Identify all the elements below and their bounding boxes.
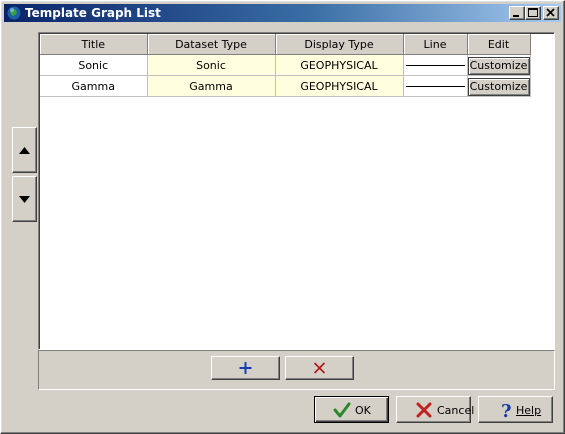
- column-header-title[interactable]: Title: [40, 34, 148, 55]
- question-mark-icon: ?: [501, 401, 512, 419]
- cell-line[interactable]: [403, 75, 468, 97]
- arrow-down-icon: [19, 196, 30, 203]
- table-row[interactable]: Sonic Sonic GEOPHYSICAL Customize: [40, 54, 531, 76]
- ok-button[interactable]: OK: [314, 396, 389, 423]
- close-icon: [546, 8, 555, 17]
- maximize-icon: [528, 8, 538, 17]
- help-button[interactable]: ? Help: [478, 396, 553, 423]
- move-down-button[interactable]: [12, 176, 37, 222]
- minimize-icon: [513, 15, 519, 17]
- cancel-x-icon: [416, 402, 432, 418]
- table-row[interactable]: Gamma Gamma GEOPHYSICAL Customize: [40, 75, 531, 97]
- customize-button[interactable]: Customize: [467, 77, 530, 96]
- graph-list-grid: Title Dataset Type Display Type Line Edi…: [40, 34, 531, 97]
- minimize-button[interactable]: [509, 6, 525, 20]
- window-title: Template Graph List: [25, 6, 161, 20]
- maximize-button[interactable]: [525, 6, 541, 20]
- cell-line[interactable]: [403, 54, 468, 76]
- title-bar[interactable]: Template Graph List: [4, 4, 561, 22]
- header-row: Title Dataset Type Display Type Line Edi…: [40, 34, 531, 55]
- add-button[interactable]: [211, 356, 280, 380]
- column-header-dataset-type[interactable]: Dataset Type: [147, 34, 276, 55]
- cell-edit: Customize: [467, 75, 531, 97]
- cell-title[interactable]: Sonic: [40, 54, 148, 76]
- plus-icon: [239, 362, 252, 374]
- help-label: Help: [516, 404, 542, 417]
- cell-display-type[interactable]: GEOPHYSICAL: [275, 75, 404, 97]
- cell-dataset-type[interactable]: Sonic: [147, 54, 276, 76]
- column-header-display-type[interactable]: Display Type: [275, 34, 404, 55]
- delete-button[interactable]: [285, 356, 354, 380]
- line-style-sample: [405, 65, 465, 66]
- cancel-button[interactable]: Cancel: [396, 396, 475, 423]
- svg-text:?: ?: [501, 401, 512, 419]
- cell-edit: Customize: [467, 54, 531, 76]
- cell-title[interactable]: Gamma: [40, 75, 148, 97]
- arrow-up-icon: [19, 147, 30, 154]
- column-header-edit[interactable]: Edit: [467, 34, 531, 55]
- checkmark-icon: [333, 402, 351, 418]
- template-graph-list-window: Template Graph List Title Dataset Type D…: [0, 0, 565, 434]
- ok-label: OK: [355, 404, 371, 417]
- cell-display-type[interactable]: GEOPHYSICAL: [275, 54, 404, 76]
- move-up-button[interactable]: [12, 127, 37, 173]
- template-graph-table[interactable]: Title Dataset Type Display Type Line Edi…: [38, 32, 555, 350]
- line-style-sample: [405, 86, 465, 87]
- app-globe-icon: [6, 5, 22, 21]
- x-icon: [313, 362, 326, 374]
- cancel-label: Cancel: [437, 404, 475, 417]
- column-header-line[interactable]: Line: [403, 34, 468, 55]
- customize-button[interactable]: Customize: [467, 56, 530, 75]
- cell-dataset-type[interactable]: Gamma: [147, 75, 276, 97]
- close-button[interactable]: [543, 6, 559, 20]
